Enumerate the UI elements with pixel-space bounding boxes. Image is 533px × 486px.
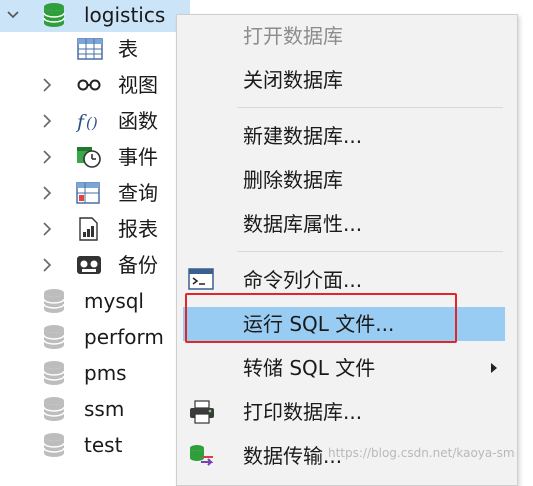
query-icon [76, 181, 102, 205]
menu-item-print-database[interactable]: 打印数据库... [177, 395, 517, 429]
tree-item-database[interactable]: test [0, 428, 190, 462]
tree-item-label: test [84, 433, 123, 457]
tree-item-functions[interactable]: f () 函数 [0, 104, 190, 138]
tree-item-label: logistics [84, 3, 166, 27]
chevron-right-icon[interactable] [40, 220, 54, 238]
table-icon [77, 37, 103, 61]
tree-item-database[interactable]: ssm [0, 392, 190, 426]
navigation-tree: logistics 表 视图 f () 函数 事件 查询 报表 备份 mysql… [0, 0, 190, 475]
console-icon [187, 267, 217, 293]
menu-item-open-database: 打开数据库 [177, 19, 517, 53]
menu-separator [237, 251, 503, 252]
tree-item-queries[interactable]: 查询 [0, 176, 190, 210]
tree-item-label: ssm [84, 397, 125, 421]
database-icon [42, 324, 66, 350]
menu-item-label: 命令列介面... [243, 268, 363, 292]
tree-item-label: perform [84, 325, 164, 349]
tree-item-reports[interactable]: 报表 [0, 212, 190, 246]
tree-item-database[interactable]: pms [0, 356, 190, 390]
menu-item-label: 数据库属性... [243, 212, 363, 236]
menu-separator [237, 107, 503, 108]
tree-item-label: 视图 [118, 73, 158, 97]
svg-text:(): () [86, 114, 98, 132]
menu-item-label: 关闭数据库 [243, 68, 343, 92]
data-transfer-icon [187, 443, 217, 469]
menu-item-console[interactable]: 命令列介面... [177, 263, 517, 297]
view-glasses-icon [76, 73, 102, 97]
tree-item-logistics[interactable]: logistics [0, 0, 190, 32]
database-icon [42, 2, 66, 28]
tree-item-label: mysql [84, 289, 144, 313]
printer-icon [187, 399, 217, 425]
chevron-down-icon[interactable] [6, 6, 20, 24]
tree-item-label: 表 [118, 37, 138, 61]
tree-item-label: 函数 [118, 109, 158, 133]
chevron-right-icon[interactable] [40, 256, 54, 274]
menu-item-close-database[interactable]: 关闭数据库 [177, 63, 517, 97]
tree-item-label: 事件 [118, 145, 158, 169]
tree-item-label: 报表 [118, 217, 158, 241]
tree-item-label: pms [84, 361, 127, 385]
menu-item-delete-database[interactable]: 删除数据库 [177, 163, 517, 197]
database-icon [42, 432, 66, 458]
backup-icon [76, 253, 102, 277]
annotation-highlight-box [185, 293, 457, 343]
tree-item-events[interactable]: 事件 [0, 140, 190, 174]
menu-item-label: 打印数据库... [243, 400, 363, 424]
tree-item-views[interactable]: 视图 [0, 68, 190, 102]
menu-item-label: 删除数据库 [243, 168, 343, 192]
database-icon [42, 360, 66, 386]
report-icon [76, 217, 102, 241]
menu-item-label: 新建数据库... [243, 124, 363, 148]
menu-item-dump-sql-file[interactable]: 转储 SQL 文件 [177, 351, 517, 385]
tree-item-backups[interactable]: 备份 [0, 248, 190, 282]
event-clock-icon [76, 145, 102, 169]
chevron-right-icon[interactable] [40, 184, 54, 202]
menu-item-label: 转储 SQL 文件 [243, 356, 376, 380]
chevron-right-icon[interactable] [40, 148, 54, 166]
submenu-arrow-icon [489, 361, 499, 375]
tree-item-database[interactable]: mysql [0, 284, 190, 318]
tree-item-tables[interactable]: 表 [0, 32, 190, 66]
chevron-right-icon[interactable] [40, 112, 54, 130]
watermark: https://blog.csdn.net/kaoya-sm [328, 446, 515, 460]
menu-item-database-properties[interactable]: 数据库属性... [177, 207, 517, 241]
database-icon [42, 288, 66, 314]
menu-item-label: 打开数据库 [243, 24, 343, 48]
menu-item-new-database[interactable]: 新建数据库... [177, 119, 517, 153]
tree-item-label: 查询 [118, 181, 158, 205]
chevron-right-icon[interactable] [40, 76, 54, 94]
context-menu: 打开数据库 关闭数据库 新建数据库... 删除数据库 数据库属性... 命令列介… [176, 14, 518, 486]
tree-item-database[interactable]: perform [0, 320, 190, 354]
tree-item-label: 备份 [118, 253, 158, 277]
function-icon: f () [76, 109, 102, 133]
database-icon [42, 396, 66, 422]
